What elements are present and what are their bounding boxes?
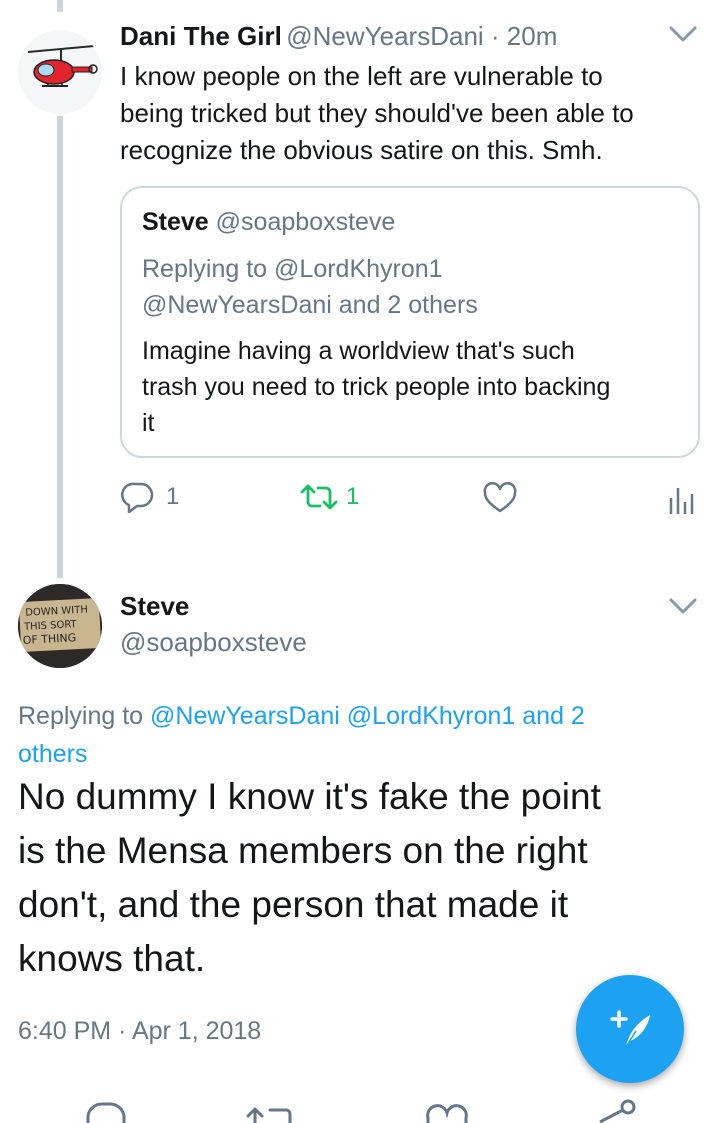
reply-count: 1 xyxy=(166,483,180,510)
replying-user: @NewYearsDani xyxy=(142,291,332,319)
retweet-icon xyxy=(300,484,338,510)
author-name[interactable]: Steve xyxy=(120,590,189,622)
compose-tweet-icon xyxy=(610,1010,650,1048)
compose-tweet-button[interactable] xyxy=(576,975,684,1083)
quoted-text-line: Imagine having a worldview that's such xyxy=(142,337,575,365)
author-handle[interactable]: @NewYearsDani xyxy=(286,21,483,51)
quoted-header: Steve @soapboxsteve xyxy=(142,204,395,240)
quoted-text-line: it xyxy=(142,409,155,437)
share-icon[interactable] xyxy=(592,1098,638,1123)
thread-line xyxy=(57,116,63,578)
quoted-author-handle: @soapboxsteve xyxy=(215,208,396,236)
tweet-header: Dani The Girl @NewYearsDani · 20m xyxy=(120,20,557,57)
analytics-button[interactable] xyxy=(668,484,694,516)
quoted-replying-to-line2: @NewYearsDani and 2 others xyxy=(142,287,478,323)
retweet-icon[interactable] xyxy=(244,1100,296,1123)
tweet-text-line: is the Mensa members on the right xyxy=(18,830,588,871)
avatar[interactable]: DOWN WITH THIS SORT OF THING xyxy=(18,584,102,668)
quoted-replying-to: Replying to @LordKhyron1 xyxy=(142,251,443,287)
tweet-text-line: I know people on the left are vulnerable… xyxy=(120,61,603,91)
reply-button[interactable]: 1 xyxy=(120,480,179,514)
chevron-down-icon[interactable] xyxy=(668,596,698,616)
tweet-text-line: recognize the obvious satire on this. Sm… xyxy=(120,135,603,165)
tweet-text-line: don't, and the person that made it xyxy=(18,884,569,925)
reply-icon xyxy=(121,482,154,514)
tweet-text-line: being tricked but they should've been ab… xyxy=(120,98,634,128)
reply-icon[interactable] xyxy=(84,1100,128,1123)
replying-prefix: Replying to xyxy=(18,702,151,730)
tweet-timestamp[interactable]: 6:40 PM · Apr 1, 2018 xyxy=(18,1014,261,1048)
analytics-icon xyxy=(669,488,694,514)
tweet-time[interactable]: 20m xyxy=(507,21,558,51)
author-handle[interactable]: @soapboxsteve xyxy=(120,626,307,658)
chevron-down-icon[interactable] xyxy=(668,24,698,44)
thread-line-top xyxy=(57,0,63,12)
like-button[interactable] xyxy=(482,482,518,514)
avatar-sign-image: DOWN WITH THIS SORT OF THING xyxy=(18,584,102,668)
time-separator: · xyxy=(483,21,507,51)
main-tweet-text: No dummy I know it's fake the point is t… xyxy=(18,770,601,986)
tweet-text-line: No dummy I know it's fake the point xyxy=(18,776,601,817)
avatar[interactable] xyxy=(18,30,102,114)
tweet-text-line: knows that. xyxy=(18,938,206,979)
like-icon xyxy=(483,482,517,513)
quoted-text-line: trash you need to trick people into back… xyxy=(142,373,611,401)
replying-others: and 2 others xyxy=(331,291,478,319)
retweet-count: 1 xyxy=(346,483,360,510)
replying-prefix: Replying to xyxy=(142,255,275,283)
retweet-button[interactable]: 1 xyxy=(298,482,359,512)
replying-to: Replying to @NewYearsDani @LordKhyron1 a… xyxy=(18,697,585,773)
tweet-text: I know people on the left are vulnerable… xyxy=(120,58,634,169)
like-icon[interactable] xyxy=(424,1100,470,1123)
helicopter-avatar-image xyxy=(27,45,98,87)
author-name[interactable]: Dani The Girl xyxy=(120,21,282,51)
replying-users-link[interactable]: others xyxy=(18,735,585,773)
quoted-tweet-card[interactable]: Steve @soapboxsteve Replying to @LordKhy… xyxy=(120,186,700,458)
replying-users-link[interactable]: @NewYearsDani @LordKhyron1 and 2 xyxy=(150,702,585,730)
replying-user: @LordKhyron1 xyxy=(274,255,443,283)
quoted-author-name: Steve xyxy=(142,208,209,236)
